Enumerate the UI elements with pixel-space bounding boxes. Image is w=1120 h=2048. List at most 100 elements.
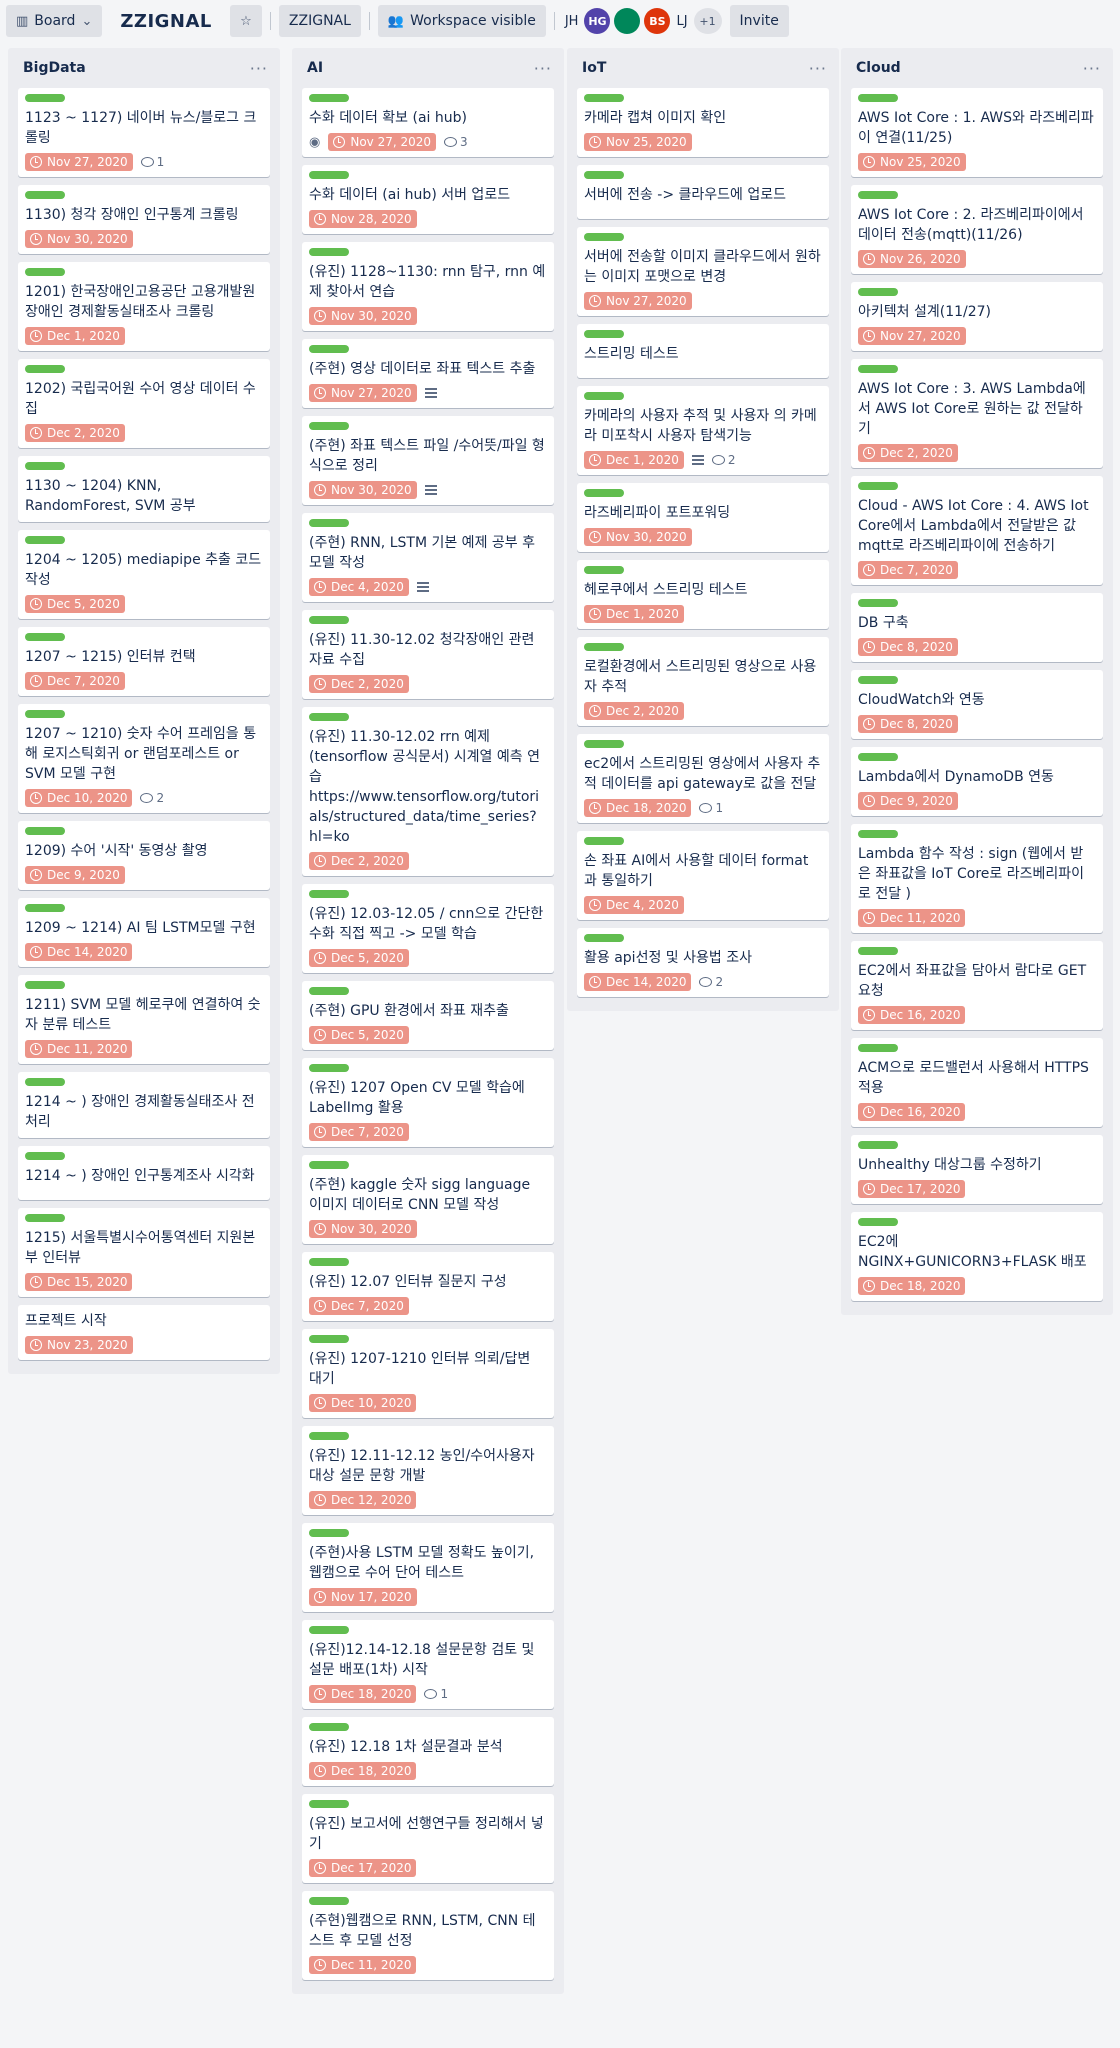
member-avatar[interactable]: LJ <box>674 8 689 34</box>
green-label[interactable] <box>584 489 624 497</box>
due-date-badge[interactable]: Nov 27, 2020 <box>584 292 692 310</box>
due-date-badge[interactable]: Dec 17, 2020 <box>858 1180 966 1198</box>
visibility-button[interactable]: 👥 Workspace visible <box>377 5 546 37</box>
due-date-badge[interactable]: Dec 11, 2020 <box>858 909 966 927</box>
star-button[interactable]: ☆ <box>229 5 262 37</box>
list-title[interactable]: IoT <box>582 60 606 76</box>
card[interactable]: Lambda 함수 작성 : sign (웹에서 받은 좌표값을 IoT Cor… <box>851 824 1103 933</box>
green-label[interactable] <box>309 616 349 624</box>
due-date-badge[interactable]: Dec 1, 2020 <box>25 327 125 345</box>
green-label[interactable] <box>858 1044 898 1052</box>
green-label[interactable] <box>25 710 65 718</box>
card[interactable]: Lambda에서 DynamoDB 연동 Dec 9, 2020 <box>851 747 1103 816</box>
member-avatar[interactable]: BS <box>644 8 671 34</box>
green-label[interactable] <box>309 1258 349 1266</box>
card[interactable]: (유진) 보고서에 선행연구들 정리해서 넣기 Dec 17, 2020 <box>302 1794 554 1883</box>
card[interactable]: (유진) 1207 Open CV 모델 학습에 LabelImg 활용 Dec … <box>302 1058 554 1147</box>
list-title[interactable]: AI <box>307 60 323 76</box>
green-label[interactable] <box>309 1897 349 1905</box>
due-date-badge[interactable]: Dec 18, 2020 <box>309 1762 417 1780</box>
card[interactable]: 1207 ~ 1215) 인터뷰 컨택 Dec 7, 2020 <box>18 627 270 696</box>
card[interactable]: (유진) 1128~1130: rnn 탐구, rnn 예제 찾아서 연습 Nov… <box>302 242 554 331</box>
card[interactable]: (유진) 12.03-12.05 / cnn으로 간단한 수화 직접 찍고 ->… <box>302 884 554 973</box>
green-label[interactable] <box>309 1161 349 1169</box>
card[interactable]: 손 좌표 AI에서 사용할 데이터 format과 통일하기 Dec 4, 202… <box>577 831 829 920</box>
green-label[interactable] <box>25 1214 65 1222</box>
due-date-badge[interactable]: Nov 30, 2020 <box>309 1220 417 1238</box>
list-menu-icon[interactable]: ··· <box>809 59 827 78</box>
green-label[interactable] <box>25 1078 65 1086</box>
card[interactable]: 1123 ~ 1127) 네이버 뉴스/블로그 크롤링 Nov 27, 2020 1 <box>18 88 270 177</box>
member-avatar[interactable] <box>614 8 641 34</box>
card[interactable]: (주현)사용 LSTM 모델 정확도 높이기, 웹캠으로 수어 단어 테스트 No… <box>302 1523 554 1612</box>
due-date-badge[interactable]: Nov 17, 2020 <box>309 1588 417 1606</box>
green-label[interactable] <box>309 987 349 995</box>
green-label[interactable] <box>309 248 349 256</box>
due-date-badge[interactable]: Nov 27, 2020 <box>858 327 966 345</box>
list-title[interactable]: Cloud <box>856 60 901 76</box>
card[interactable]: 라즈베리파이 포트포워딩 Nov 30, 2020 <box>577 483 829 552</box>
card[interactable]: (유진)12.14-12.18 설문문항 검토 및 설문 배포(1차) 시작 De… <box>302 1620 554 1709</box>
due-date-badge[interactable]: Dec 14, 2020 <box>25 943 133 961</box>
card[interactable]: AWS Iot Core : 3. AWS Lambda에서 AWS Iot C… <box>851 359 1103 468</box>
card[interactable]: ACM으로 로드밸런서 사용해서 HTTPS 적용 Dec 16, 2020 <box>851 1038 1103 1127</box>
card[interactable]: (유진) 1207-1210 인터뷰 의뢰/답변 대기 Dec 10, 2020 <box>302 1329 554 1418</box>
green-label[interactable] <box>584 643 624 651</box>
card[interactable]: Unhealthy 대상그룹 수정하기 Dec 17, 2020 <box>851 1135 1103 1204</box>
due-date-badge[interactable]: Dec 15, 2020 <box>25 1273 133 1291</box>
card[interactable]: 1204 ~ 1205) mediapipe 추출 코드작성 Dec 5, 202… <box>18 530 270 619</box>
green-label[interactable] <box>858 599 898 607</box>
card[interactable]: (주현) GPU 환경에서 좌표 재추출 Dec 5, 2020 <box>302 981 554 1050</box>
list-menu-icon[interactable]: ··· <box>1083 59 1101 78</box>
green-label[interactable] <box>25 536 65 544</box>
green-label[interactable] <box>584 330 624 338</box>
more-members-badge[interactable]: +1 <box>693 8 722 34</box>
due-date-badge[interactable]: Dec 11, 2020 <box>309 1956 417 1974</box>
card[interactable]: 1130) 청각 장애인 인구통계 크롤링 Nov 30, 2020 <box>18 185 270 254</box>
card[interactable]: 아키텍처 설계(11/27) Nov 27, 2020 <box>851 282 1103 351</box>
due-date-badge[interactable]: Dec 18, 2020 <box>858 1277 966 1295</box>
member-avatar[interactable]: HG <box>584 8 611 34</box>
due-date-badge[interactable]: Dec 5, 2020 <box>309 1026 409 1044</box>
card[interactable]: 수화 데이터 확보 (ai hub) ◉ Nov 27, 2020 3 <box>302 88 554 157</box>
due-date-badge[interactable]: Dec 8, 2020 <box>858 638 958 656</box>
green-label[interactable] <box>309 519 349 527</box>
green-label[interactable] <box>858 94 898 102</box>
card[interactable]: 1211) SVM 모델 헤로쿠에 연결하여 숫자 분류 테스트 Dec 11, … <box>18 975 270 1064</box>
green-label[interactable] <box>309 713 349 721</box>
due-date-badge[interactable]: Nov 25, 2020 <box>858 153 966 171</box>
green-label[interactable] <box>309 422 349 430</box>
green-label[interactable] <box>858 482 898 490</box>
green-label[interactable] <box>584 934 624 942</box>
card[interactable]: 프로젝트 시작 Nov 23, 2020 <box>18 1305 270 1360</box>
due-date-badge[interactable]: Dec 2, 2020 <box>309 675 409 693</box>
green-label[interactable] <box>309 1335 349 1343</box>
workspace-button[interactable]: ZZIGNAL <box>278 5 361 37</box>
card[interactable]: Cloud - AWS Iot Core : 4. AWS Iot Core에서… <box>851 476 1103 585</box>
due-date-badge[interactable]: Nov 30, 2020 <box>25 230 133 248</box>
due-date-badge[interactable]: Dec 11, 2020 <box>25 1040 133 1058</box>
card[interactable]: (주현) kaggle 숫자 sigg language 이미지 데이터로 CN… <box>302 1155 554 1244</box>
card[interactable]: (주현) 영상 데이터로 좌표 텍스트 추출 Nov 27, 2020 <box>302 339 554 408</box>
green-label[interactable] <box>584 94 624 102</box>
card[interactable]: 스트리밍 테스트 <box>577 324 829 378</box>
card[interactable]: EC2에서 좌표값을 담아서 람다로 GET 요청 Dec 16, 2020 <box>851 941 1103 1030</box>
card[interactable]: 서버에 전송 -> 클라우드에 업로드 <box>577 165 829 219</box>
green-label[interactable] <box>309 1064 349 1072</box>
card[interactable]: 카메라의 사용자 추적 및 사용자 의 카메라 미포착시 사용자 탐색기능 Dec… <box>577 386 829 475</box>
green-label[interactable] <box>309 345 349 353</box>
due-date-badge[interactable]: Nov 25, 2020 <box>584 133 692 151</box>
due-date-badge[interactable]: Nov 28, 2020 <box>309 210 417 228</box>
green-label[interactable] <box>584 392 624 400</box>
card[interactable]: 1202) 국립국어원 수어 영상 데이터 수집 Dec 2, 2020 <box>18 359 270 448</box>
card[interactable]: (주현) 좌표 텍스트 파일 /수어뜻/파일 형식으로 정리 Nov 30, 20… <box>302 416 554 505</box>
due-date-badge[interactable]: Dec 18, 2020 <box>584 799 692 817</box>
green-label[interactable] <box>584 837 624 845</box>
due-date-badge[interactable]: Dec 10, 2020 <box>25 789 133 807</box>
due-date-badge[interactable]: Dec 9, 2020 <box>858 792 958 810</box>
due-date-badge[interactable]: Dec 8, 2020 <box>858 715 958 733</box>
due-date-badge[interactable]: Dec 5, 2020 <box>25 595 125 613</box>
green-label[interactable] <box>25 827 65 835</box>
green-label[interactable] <box>309 890 349 898</box>
due-date-badge[interactable]: Dec 5, 2020 <box>309 949 409 967</box>
